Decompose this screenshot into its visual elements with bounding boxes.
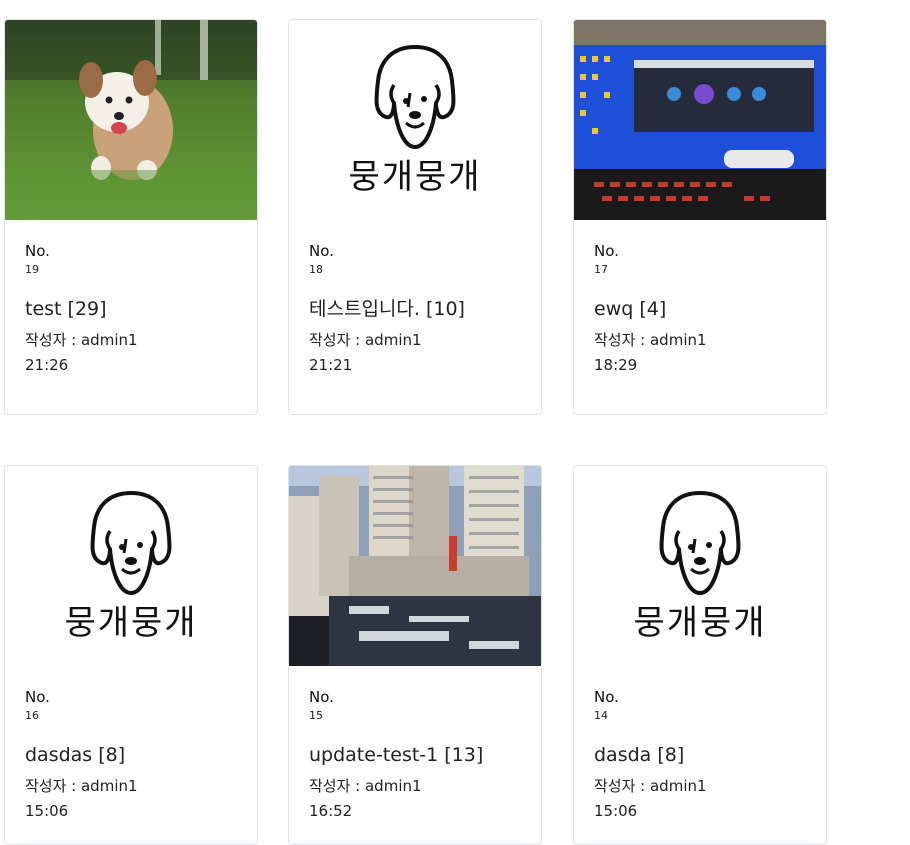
post-writer: 작성자 : admin1 [25,777,138,795]
post-card[interactable]: No. 15 update-test-1 [13] 작성자 : admin1 1… [288,465,542,845]
post-thumbnail-city[interactable] [289,466,541,666]
post-writer: 작성자 : admin1 [594,331,707,349]
post-card[interactable]: 뭉개뭉개 No. 16 dasdas [8] 작성자 : admin1 15:0… [4,465,258,845]
post-number: 15 [309,709,323,722]
post-title[interactable]: dasdas [8] [25,742,237,768]
post-number-label: No. [309,242,334,260]
post-thumbnail-logo[interactable]: 뭉개뭉개 [574,466,826,666]
post-card[interactable]: 뭉개뭉개 No. 14 dasda [8] 작성자 : admin1 15:06 [573,465,827,845]
post-number-label: No. [25,688,50,706]
post-number: 14 [594,709,608,722]
post-title[interactable]: test [29] [25,296,237,322]
post-number-label: No. [594,688,619,706]
post-number-label: No. [594,242,619,260]
post-writer: 작성자 : admin1 [594,777,707,795]
logo-text: 뭉개뭉개 [633,602,767,643]
logo-text: 뭉개뭉개 [348,156,482,197]
post-card[interactable]: 뭉개뭉개 No. 18 테스트입니다. [10] 작성자 : admin1 21… [288,19,542,415]
post-writer: 작성자 : admin1 [309,331,422,349]
post-card[interactable]: No. 17 ewq [4] 작성자 : admin1 18:29 [573,19,827,415]
post-title[interactable]: ewq [4] [594,296,806,322]
post-number: 18 [309,263,323,276]
post-number: 17 [594,263,608,276]
post-time: 15:06 [25,802,69,820]
post-time: 18:29 [594,356,638,374]
post-title[interactable]: dasda [8] [594,742,806,768]
post-number: 16 [25,709,39,722]
post-writer: 작성자 : admin1 [309,777,422,795]
dog-logo-icon [90,490,172,595]
post-number-label: No. [25,242,50,260]
post-thumbnail-puppy[interactable] [5,20,257,220]
post-thumbnail-desktop[interactable] [574,20,826,220]
post-thumbnail-logo[interactable]: 뭉개뭉개 [5,466,257,666]
post-time: 16:52 [309,802,353,820]
post-time: 21:21 [309,356,353,374]
post-thumbnail-logo[interactable]: 뭉개뭉개 [289,20,541,220]
post-time: 21:26 [25,356,69,374]
post-title[interactable]: 테스트입니다. [10] [309,296,521,322]
post-writer: 작성자 : admin1 [25,331,138,349]
post-number-label: No. [309,688,334,706]
dog-logo-icon [659,490,741,595]
logo-text: 뭉개뭉개 [64,602,198,643]
post-title[interactable]: update-test-1 [13] [309,742,521,768]
post-time: 15:06 [594,802,638,820]
dog-logo-icon [374,44,456,149]
post-grid: No. 19 test [29] 작성자 : admin1 21:26 뭉개뭉개… [0,0,910,845]
post-number: 19 [25,263,39,276]
post-card[interactable]: No. 19 test [29] 작성자 : admin1 21:26 [4,19,258,415]
